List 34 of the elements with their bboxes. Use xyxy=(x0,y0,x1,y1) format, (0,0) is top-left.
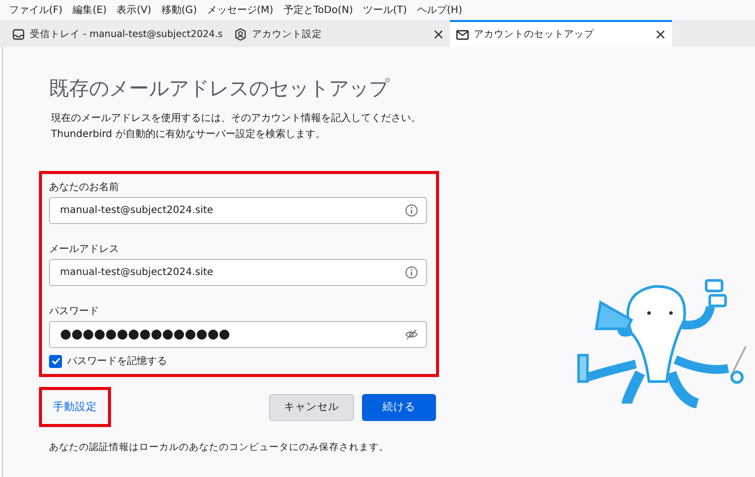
checkbox[interactable] xyxy=(49,354,62,368)
settings-icon xyxy=(234,28,247,41)
close-icon[interactable] xyxy=(655,29,666,40)
menu-item[interactable]: ヘルプ(H) xyxy=(412,3,468,17)
menu-item[interactable]: 移動(G) xyxy=(156,3,202,17)
menu-item[interactable]: メッセージ(M) xyxy=(202,3,278,17)
input-field[interactable]: manual-test@subject2024.site xyxy=(49,259,427,286)
info-icon[interactable] xyxy=(405,266,418,279)
input-field[interactable]: ●●●●●●●●●●●●●●● xyxy=(49,321,427,348)
menu-item[interactable]: ツール(T) xyxy=(358,3,412,17)
description-text: Thunderbird が自動的に有効なサーバー設定を検索します。 xyxy=(51,128,326,142)
tab[interactable]: アカウント設定 xyxy=(228,20,450,47)
envelope-icon xyxy=(456,28,469,41)
menu-item[interactable]: 予定とToDo(N) xyxy=(278,3,358,17)
menu-item[interactable]: ファイル(F) xyxy=(4,3,68,17)
description-text: 現在のメールアドレスを使用するには、そのアカウント情報を記入してください。 xyxy=(51,112,422,126)
checkbox-label: パスワードを記憶する xyxy=(67,354,167,368)
continue-button[interactable]: 続ける xyxy=(362,394,436,420)
manual-setup-link[interactable]: 手動設定 xyxy=(39,387,111,427)
cancel-button[interactable]: キャンセル xyxy=(269,394,354,420)
field-label: パスワード xyxy=(49,305,100,318)
input-field[interactable]: manual-test@subject2024.site xyxy=(49,197,427,224)
inbox-icon xyxy=(12,28,25,41)
field-label: メールアドレス xyxy=(49,243,120,256)
info-icon[interactable] xyxy=(405,204,418,217)
tab[interactable]: 受信トレイ - manual-test@subject2024.s xyxy=(6,20,228,47)
close-icon[interactable] xyxy=(433,29,444,40)
eye-slash-icon[interactable] xyxy=(405,328,418,341)
footer-note: あなたの認証情報はローカルのあなたのコンピュータにのみ保存されます。 xyxy=(49,441,390,454)
field-label: あなたのお名前 xyxy=(49,181,120,194)
menu-item[interactable]: 編集(E) xyxy=(68,3,112,17)
menu-item[interactable]: 表示(V) xyxy=(112,3,156,17)
page-title: 既存のメールアドレスのセットアップ xyxy=(49,75,390,102)
tab[interactable]: アカウントのセットアップ xyxy=(450,20,672,47)
